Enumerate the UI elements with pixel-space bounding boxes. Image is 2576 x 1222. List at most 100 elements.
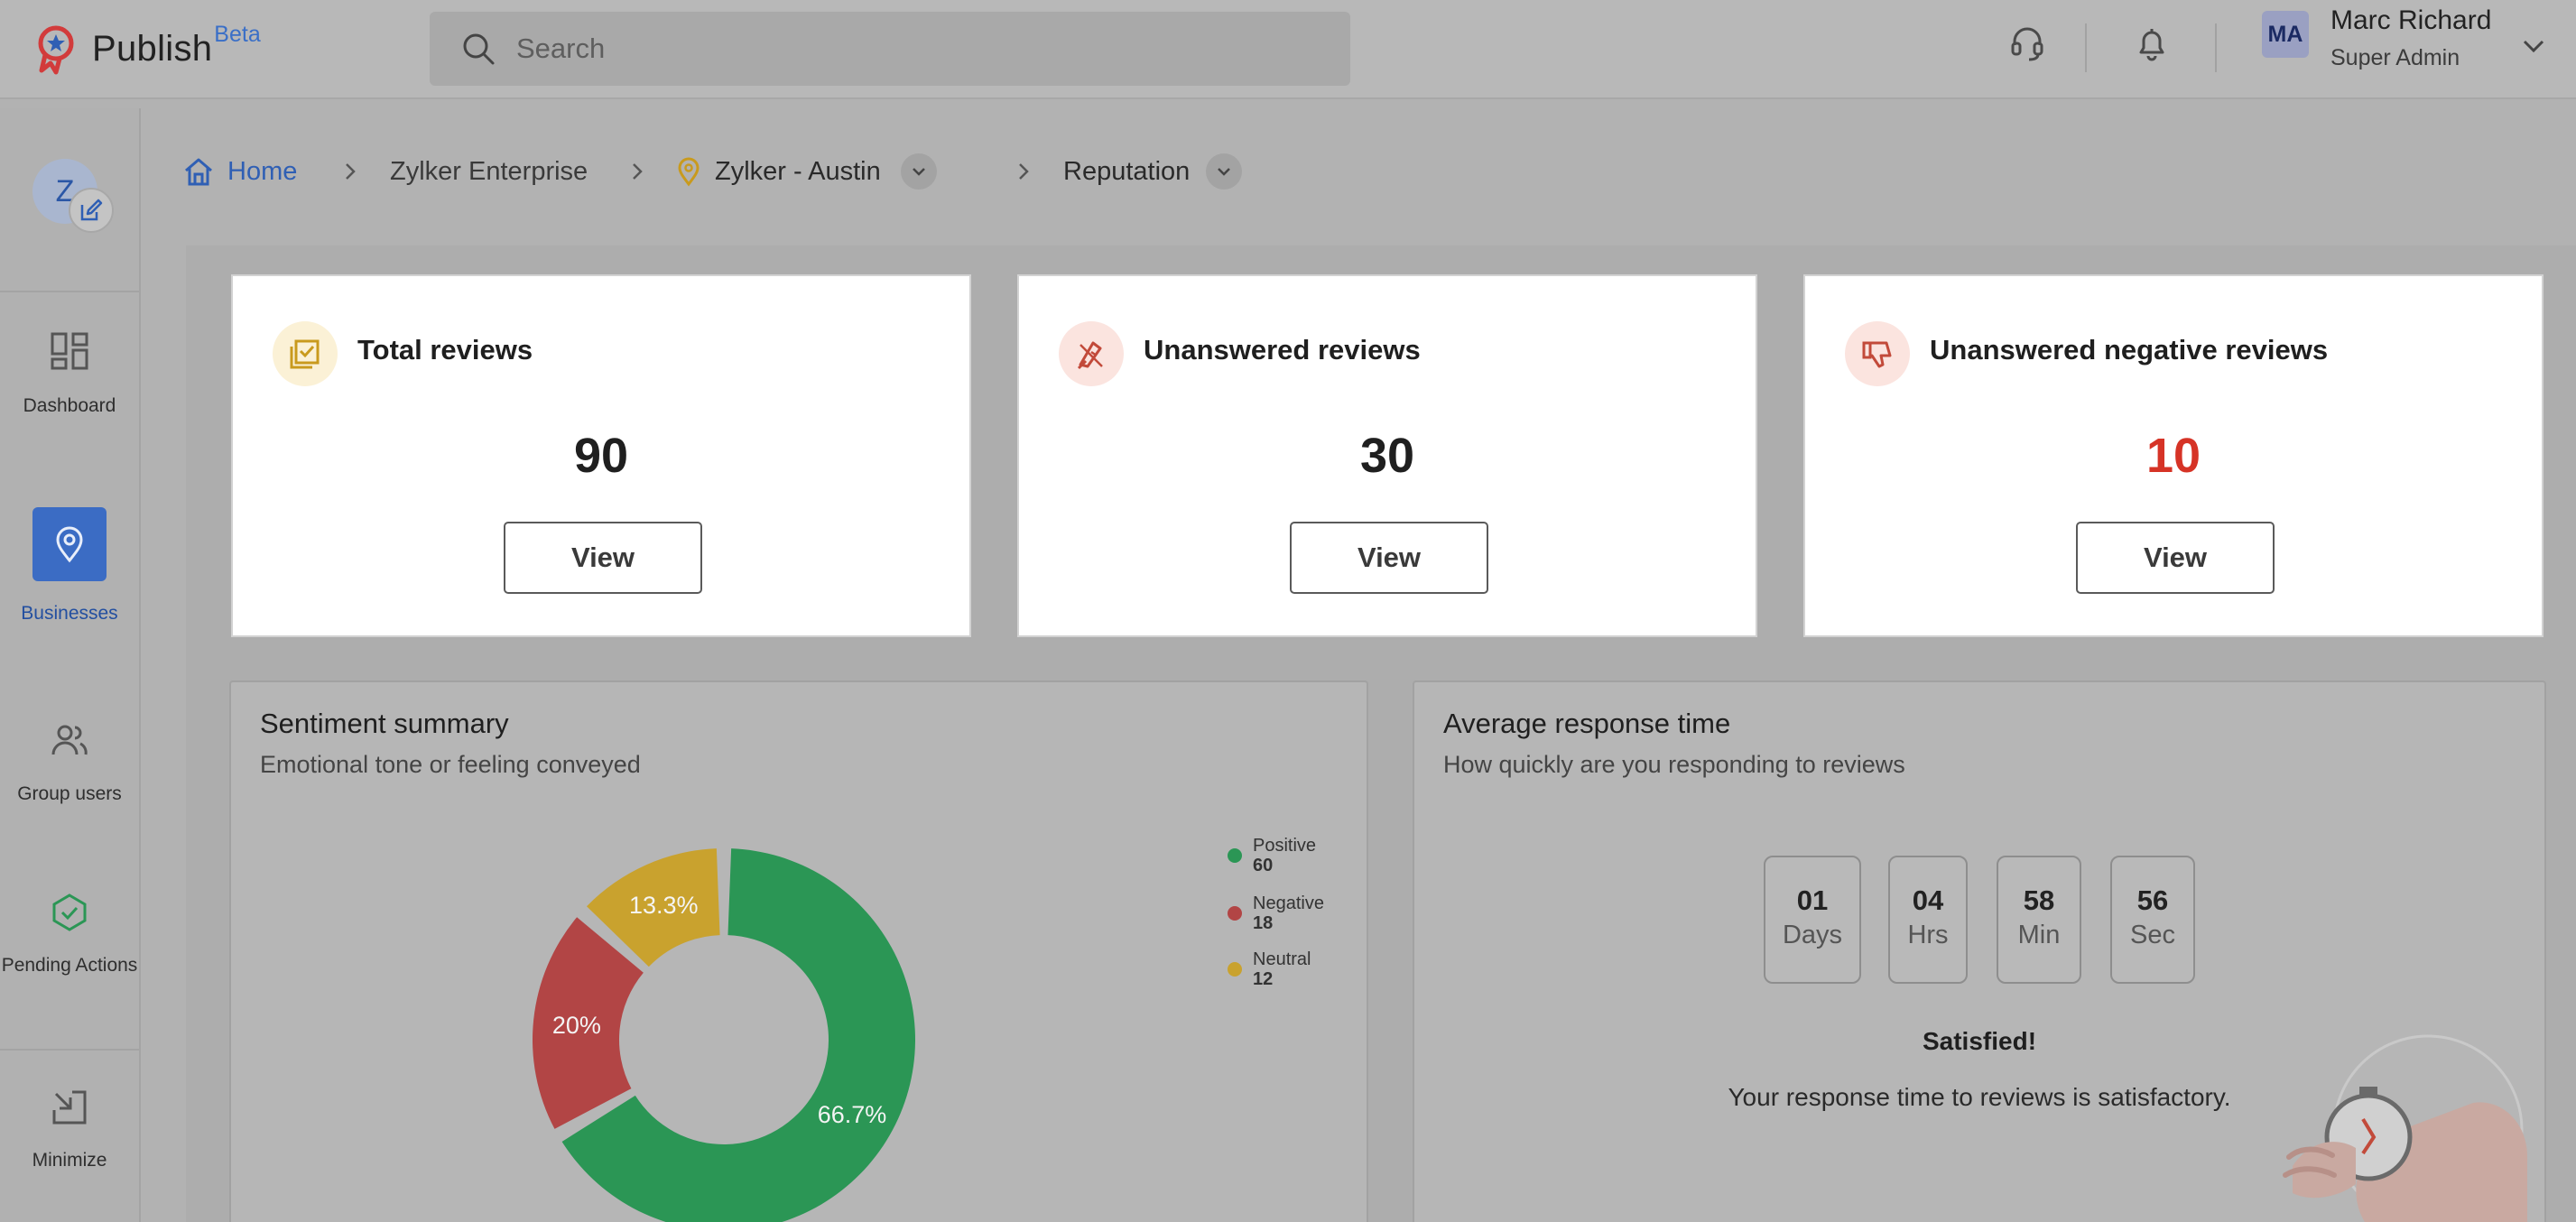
search-icon bbox=[463, 33, 495, 65]
view-unanswered-negative-reviews-button[interactable]: View bbox=[2076, 522, 2275, 594]
stat-value: 90 bbox=[573, 429, 629, 483]
legend-dot bbox=[1228, 962, 1242, 977]
notifications-button[interactable] bbox=[2127, 18, 2177, 69]
breadcrumb-location[interactable]: Zylker - Austin bbox=[675, 148, 937, 195]
headset-icon bbox=[2011, 27, 2043, 61]
legend-name: Positive bbox=[1253, 836, 1317, 856]
breadcrumb-home-label[interactable]: Home bbox=[227, 157, 297, 187]
edit-icon bbox=[80, 199, 103, 221]
stat-card-unanswered-reviews: Unanswered reviews 30 View bbox=[1017, 274, 1757, 637]
time-value: 56 bbox=[2136, 884, 2169, 916]
donut-percent-label: 20% bbox=[552, 1012, 601, 1039]
time-box-seconds: 56 Sec bbox=[2110, 856, 2195, 984]
legend-value: 18 bbox=[1253, 913, 1274, 933]
stopwatch-hand-illustration bbox=[2283, 1034, 2527, 1222]
location-pin-icon bbox=[678, 157, 700, 187]
nav-minimize[interactable]: Minimize bbox=[0, 1087, 139, 1177]
header-divider bbox=[2215, 23, 2217, 72]
legend-name: Neutral bbox=[1253, 949, 1311, 969]
nav-divider bbox=[0, 291, 139, 292]
stat-icon-badge bbox=[1845, 321, 1910, 386]
time-value: 58 bbox=[2023, 884, 2055, 916]
legend-value: 12 bbox=[1253, 969, 1274, 989]
chevron-right-icon bbox=[346, 163, 356, 180]
legend-dot bbox=[1228, 906, 1242, 921]
breadcrumb-enterprise[interactable]: Zylker Enterprise bbox=[390, 148, 588, 195]
location-dropdown-button[interactable] bbox=[900, 153, 937, 190]
shield-check-icon bbox=[52, 893, 87, 931]
time-unit: Min bbox=[2017, 921, 2061, 949]
stat-icon-badge bbox=[273, 321, 338, 386]
time-value: 01 bbox=[1796, 884, 1829, 916]
top-header: Publish Beta MA Marc Richard Super Admin bbox=[0, 0, 2576, 99]
panel-title: Sentiment summary bbox=[260, 708, 509, 739]
stat-title: Unanswered reviews bbox=[1144, 334, 1421, 366]
user-avatar[interactable]: MA bbox=[2262, 11, 2309, 58]
time-unit: Days bbox=[1782, 921, 1843, 949]
quill-icon bbox=[1077, 341, 1103, 370]
nav-pending-actions[interactable]: Pending Actions bbox=[0, 892, 139, 982]
stat-title: Total reviews bbox=[357, 334, 533, 366]
legend-dot bbox=[1228, 848, 1242, 863]
stat-value: 30 bbox=[1359, 429, 1415, 483]
stat-card-unanswered-negative-reviews: Unanswered negative reviews 10 View bbox=[1803, 274, 2544, 637]
breadcrumb-page[interactable]: Reputation bbox=[1063, 148, 1243, 195]
checklist-icon bbox=[290, 339, 320, 369]
nav-businesses-label: Businesses bbox=[21, 603, 118, 624]
stat-title: Unanswered negative reviews bbox=[1930, 334, 2329, 366]
app-brand[interactable]: Publish Beta bbox=[32, 20, 261, 78]
view-unanswered-reviews-button[interactable]: View bbox=[1290, 522, 1488, 594]
chevron-right-icon bbox=[1019, 163, 1029, 180]
bell-icon bbox=[2139, 29, 2164, 61]
edit-business-button[interactable] bbox=[69, 188, 114, 233]
panel-title: Average response time bbox=[1443, 708, 1731, 739]
time-box-hours: 04 Hrs bbox=[1888, 856, 1968, 984]
stat-card-total-reviews: Total reviews 90 View bbox=[231, 274, 971, 637]
stat-icon-badge bbox=[1059, 321, 1124, 386]
nav-minimize-label: Minimize bbox=[32, 1150, 107, 1171]
nav-group-users[interactable]: Group users bbox=[0, 718, 139, 810]
legend-value: 60 bbox=[1253, 856, 1274, 875]
time-unit: Sec bbox=[2130, 921, 2175, 949]
search-bar[interactable] bbox=[430, 12, 1350, 86]
stat-value: 10 bbox=[2145, 429, 2201, 483]
user-role: Super Admin bbox=[2330, 45, 2460, 70]
left-navigation: Z Dashboard Businesses Group users Pendi… bbox=[0, 108, 141, 1222]
view-total-reviews-button[interactable]: View bbox=[504, 522, 702, 594]
user-name[interactable]: Marc Richard bbox=[2330, 5, 2491, 36]
breadcrumb-location-label: Zylker - Austin bbox=[715, 156, 881, 186]
minimize-icon bbox=[52, 1090, 87, 1125]
chevron-down-icon bbox=[912, 168, 925, 176]
donut-percent-label: 13.3% bbox=[629, 892, 699, 919]
header-divider bbox=[2085, 23, 2087, 72]
time-value: 04 bbox=[1912, 884, 1944, 916]
chevron-down-icon bbox=[1218, 168, 1231, 176]
nav-businesses[interactable]: Businesses bbox=[0, 507, 139, 630]
nav-dashboard[interactable]: Dashboard bbox=[0, 329, 139, 422]
support-headset-button[interactable] bbox=[2002, 18, 2052, 69]
breadcrumb-home[interactable]: Home bbox=[182, 148, 297, 195]
nav-group-users-label: Group users bbox=[17, 783, 122, 804]
time-box-minutes: 58 Min bbox=[1997, 856, 2081, 984]
sentiment-donut-chart: 66.7% 20% 13.3% bbox=[533, 848, 915, 1222]
panel-subtitle: Emotional tone or feeling conveyed bbox=[260, 751, 641, 778]
app-name: Publish bbox=[92, 28, 213, 69]
nav-divider bbox=[0, 1049, 139, 1051]
search-input[interactable] bbox=[514, 32, 1330, 66]
time-unit: Hrs bbox=[1907, 921, 1949, 949]
legend-name: Negative bbox=[1253, 893, 1324, 913]
group-users-icon bbox=[51, 725, 88, 755]
thumbs-down-icon bbox=[1862, 341, 1892, 368]
time-box-days: 01 Days bbox=[1764, 856, 1861, 984]
chevron-down-icon[interactable] bbox=[2518, 31, 2549, 61]
panel-subtitle: How quickly are you responding to review… bbox=[1443, 751, 1905, 778]
dashboard-icon bbox=[51, 332, 88, 370]
beta-badge: Beta bbox=[214, 21, 261, 47]
publish-logo-icon bbox=[38, 25, 74, 75]
chevron-right-icon bbox=[633, 163, 643, 180]
home-icon bbox=[185, 158, 212, 186]
page-dropdown-button[interactable] bbox=[1206, 153, 1243, 190]
location-pin-icon bbox=[56, 526, 83, 563]
nav-dashboard-label: Dashboard bbox=[23, 395, 116, 416]
breadcrumb-page-label: Reputation bbox=[1063, 156, 1191, 186]
